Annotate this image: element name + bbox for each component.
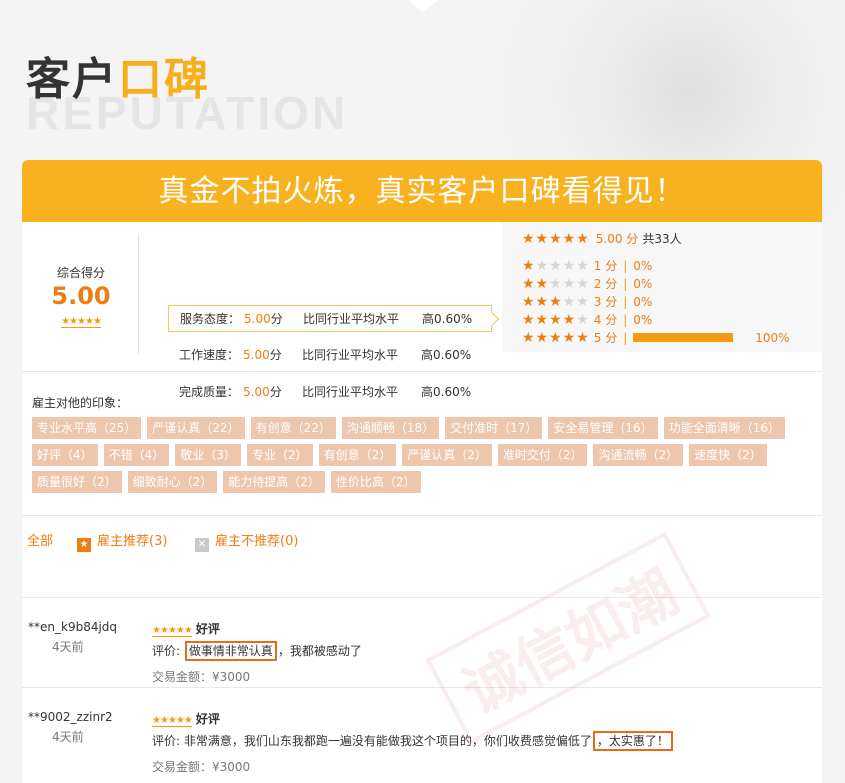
page-title-part2: 口碑	[118, 54, 210, 105]
impression-tag[interactable]: 不错（4）	[103, 444, 170, 466]
distribution-stars-icon: ★★★★★	[522, 231, 590, 247]
review-time: 4天前	[52, 730, 84, 744]
divider	[138, 234, 139, 354]
impression-tag[interactable]: 专业（2）	[246, 444, 313, 466]
overall-stars-icon: ★★★★★	[61, 316, 102, 328]
star-badge-icon: ★	[77, 538, 91, 552]
review-stars-icon: ★★★★★ 好评	[152, 622, 220, 637]
filter-not-recommend[interactable]: ✕ 雇主不推荐(0)	[195, 534, 298, 552]
overall-score-value: 5.00	[51, 282, 111, 310]
impression-tag[interactable]: 有创意（2）	[318, 444, 397, 466]
distribution-count: 共33人	[642, 232, 682, 246]
impression-tag[interactable]: 好评（4）	[32, 444, 98, 466]
review-text: 评价: 做事情非常认真 ，我都被感动了	[152, 641, 362, 661]
impression-tag[interactable]: 敬业（3）	[175, 444, 241, 466]
impression-tag[interactable]: 细致耐心（2）	[127, 471, 218, 493]
metric-score: 5.00分	[244, 312, 283, 326]
metric-work-speed[interactable]: 工作速度： 5.00分 比同行业平均水平 高0.60%	[168, 342, 492, 369]
page-title: 客户口碑	[26, 52, 210, 108]
overall-score-label: 综合得分	[56, 266, 105, 280]
employer-impressions: 雇主对他的印象： 专业水平高（25） 严谨认真（22） 有创意（22） 沟通顺畅…	[22, 372, 822, 516]
impression-tag[interactable]: 功能全面清晰（16）	[663, 417, 785, 439]
impression-tag[interactable]: 严谨认真（22）	[147, 417, 245, 439]
distribution-row-4: ★★★★★ 4 分 | 0%	[522, 312, 653, 328]
impression-tag[interactable]: 有创意（22）	[250, 417, 336, 439]
metric-compare: 比同行业平均水平	[302, 348, 399, 362]
distribution-average: 5.00 分	[595, 232, 639, 246]
distribution-bar	[633, 333, 734, 342]
overall-score: 综合得分 5.00 ★★★★★	[22, 222, 140, 372]
impression-tag[interactable]: 沟通顺畅（18）	[341, 417, 440, 439]
page-title-part1: 客户	[26, 54, 118, 105]
impression-tag[interactable]: 专业水平高（25）	[32, 417, 142, 439]
distribution-row-3: ★★★★★ 3 分 | 0%	[522, 294, 653, 310]
distribution-row-1: ★★★★★ 1 分 | 0%	[522, 258, 653, 274]
reputation-card: 真金不拍火炼，真实客户口碑看得见！ 综合得分 5.00 ★★★★★ 服务态度： …	[22, 160, 822, 783]
impression-tag[interactable]: 安全易管理（16）	[548, 417, 658, 439]
review-highlight: 做事情非常认真	[184, 641, 277, 661]
metric-compare: 比同行业平均水平	[303, 312, 400, 326]
impressions-title: 雇主对他的印象：	[32, 396, 129, 410]
metric-name: 服务态度：	[180, 312, 241, 326]
review-user: **9002_zzinr2	[28, 710, 113, 724]
impression-tag[interactable]: 速度快（2）	[689, 444, 767, 466]
row-stars-icon: ★★★★★	[522, 294, 590, 310]
tag-line-3: 质量很好（2） 细致耐心（2） 能力待提高（2） 性价比高（2）	[32, 471, 421, 493]
tag-line-1: 专业水平高（25） 严谨认真（22） 有创意（22） 沟通顺畅（18） 交付准时…	[32, 417, 785, 439]
tag-line-2: 好评（4） 不错（4） 敬业（3） 专业（2） 有创意（2） 严谨认真（2） 准…	[32, 444, 767, 466]
impression-tag[interactable]: 准时交付（2）	[497, 444, 588, 466]
distribution-header: ★★★★★ 5.00 分共33人	[522, 230, 682, 248]
metric-service-attitude[interactable]: 服务态度： 5.00分 比同行业平均水平 高0.60%	[168, 305, 492, 332]
review-amount: 交易金额：¥3000	[152, 670, 251, 684]
review-rating: 好评	[195, 712, 220, 726]
review-highlight: ，太实惠了！	[592, 731, 673, 751]
metric-high: 高0.60%	[421, 348, 472, 362]
metric-score: 5.00分	[243, 348, 282, 362]
review-item: **9002_zzinr2 4天前 ★★★★★ 好评 评价: 非常满意，我们山东我…	[22, 687, 822, 783]
review-time: 4天前	[52, 640, 84, 654]
impression-tag[interactable]: 性价比高（2）	[330, 471, 421, 493]
impression-tag[interactable]: 交付准时（17）	[445, 417, 543, 439]
filter-all[interactable]: 全部	[27, 534, 53, 550]
review-text: 评价: 非常满意，我们山东我都跑一遍没有能做我这个项目的，你们收费感觉偏低了 ，太…	[152, 731, 674, 751]
review-rating: 好评	[195, 622, 220, 636]
impression-tag[interactable]: 严谨认真（2）	[402, 444, 492, 466]
row-stars-icon: ★★★★★	[522, 330, 590, 346]
metric-high: 高0.60%	[422, 312, 473, 326]
filter-recommend[interactable]: ★ 雇主推荐(3)	[77, 534, 167, 552]
review-filters: 全部 ★ 雇主推荐(3) ✕ 雇主不推荐(0)	[22, 516, 822, 568]
reputation-banner: 真金不拍火炼，真实客户口碑看得见！	[22, 160, 822, 222]
distribution-row-2: ★★★★★ 2 分 | 0%	[522, 276, 653, 292]
distribution-row-5: ★★★★★ 5 分 | 100%	[522, 330, 790, 346]
row-stars-icon: ★★★★★	[522, 258, 590, 274]
review-user: **en_k9b84jdq	[28, 620, 118, 634]
impression-tag[interactable]: 质量很好（2）	[32, 471, 122, 493]
row-stars-icon: ★★★★★	[522, 312, 590, 328]
impression-tag[interactable]: 沟通流畅（2）	[593, 444, 684, 466]
close-badge-icon: ✕	[195, 538, 209, 552]
row-stars-icon: ★★★★★	[522, 276, 590, 292]
review-amount: 交易金额：¥3000	[152, 760, 251, 774]
rating-distribution: ★★★★★ 5.00 分共33人 ★★★★★ 1 分 | 0% ★★★★★ 2 分 | 0% …	[502, 222, 822, 352]
metric-name: 工作速度：	[179, 348, 240, 362]
impression-tag[interactable]: 能力待提高（2）	[223, 471, 325, 493]
review-stars-icon: ★★★★★ 好评	[152, 712, 220, 727]
score-section: 综合得分 5.00 ★★★★★ 服务态度： 5.00分 比同行业平均水平 高0.…	[22, 222, 822, 399]
